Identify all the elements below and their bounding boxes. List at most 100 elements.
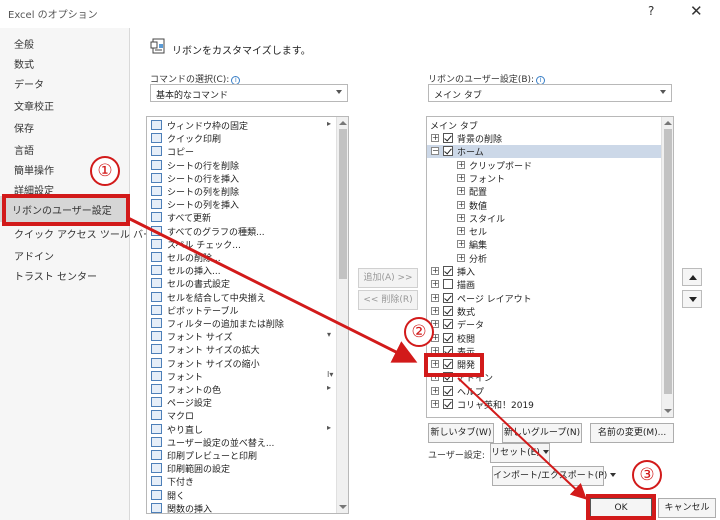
ribbon-dropdown[interactable]: メイン タブ [428, 84, 672, 102]
ribbon-tree-node[interactable]: + ページ レイアウト [427, 292, 661, 305]
tab-checkbox[interactable] [443, 266, 453, 276]
close-button[interactable]: ✕ [690, 2, 703, 20]
sidebar-item[interactable]: トラスト センター [14, 268, 97, 283]
command-item[interactable]: やり直し ▸ [149, 423, 335, 436]
help-button[interactable]: ? [648, 4, 654, 18]
tab-checkbox[interactable] [443, 279, 453, 290]
commands-list[interactable]: 関数の挿入 開く 下付き 印刷範囲の設定 印刷プレビューと印刷 ユーザー設定の並べ替え..… [146, 116, 349, 514]
import-export-button[interactable]: インポート/エクスポート(P) [492, 466, 617, 486]
move-down-button[interactable] [682, 290, 702, 308]
ribbon-tree-node[interactable]: + 数値 [427, 199, 661, 212]
command-item[interactable]: フォント I▾ [149, 370, 335, 383]
command-item[interactable]: 開く [149, 489, 335, 502]
command-item[interactable]: 印刷範囲の設定 [149, 462, 335, 475]
command-item[interactable]: シートの行を挿入 [149, 172, 335, 185]
ribbon-tree-node[interactable]: + スタイル [427, 212, 661, 225]
expand-icon[interactable]: + [431, 293, 439, 302]
command-item[interactable]: フォントの色 ▸ [149, 383, 335, 396]
sidebar-item[interactable]: 言語 [14, 142, 34, 157]
tab-checkbox[interactable] [443, 133, 453, 143]
expand-icon[interactable]: + [457, 213, 465, 222]
command-item[interactable]: ページ設定 [149, 396, 335, 409]
command-item[interactable]: フォント サイズ ▾ [149, 330, 335, 343]
expand-icon[interactable]: + [431, 267, 439, 275]
expand-icon[interactable]: + [457, 160, 465, 169]
ribbon-tree-node[interactable]: + 数式 [427, 305, 661, 318]
ribbon-tree-node[interactable]: + 配置 [427, 185, 661, 198]
ribbon-tree-node[interactable]: + セル [427, 225, 661, 238]
move-up-button[interactable] [682, 268, 702, 286]
commands-scrollbar[interactable] [336, 117, 348, 513]
command-item[interactable]: セルの挿入... [149, 264, 335, 277]
expand-icon[interactable]: + [431, 386, 439, 395]
command-item[interactable]: セルの削除... [149, 251, 335, 264]
expand-icon[interactable]: + [457, 187, 465, 196]
ribbon-tree-node[interactable]: − ホーム [427, 145, 661, 159]
expand-icon[interactable]: + [431, 280, 439, 289]
sidebar-item[interactable]: クイック アクセス ツール バー [14, 226, 153, 241]
ribbon-tree-node[interactable]: + 挿入 [427, 265, 661, 278]
expand-icon[interactable]: + [457, 240, 465, 249]
command-item[interactable]: フォント サイズの拡大 [149, 343, 335, 356]
sidebar-item[interactable]: アドイン [14, 248, 54, 263]
command-item[interactable]: シートの列を挿入 [149, 198, 335, 211]
command-item[interactable]: 印刷プレビューと印刷 [149, 449, 335, 462]
add-button[interactable]: 追加(A) >> [358, 268, 418, 288]
ribbon-tree-node[interactable]: + ヘルプ [427, 385, 661, 398]
new-tab-button[interactable]: 新しいタブ(W) [428, 423, 494, 443]
tab-checkbox[interactable] [443, 292, 453, 303]
ribbon-tree-node[interactable]: + 校閲 [427, 332, 661, 345]
command-item[interactable]: フィルターの追加または削除 [149, 317, 335, 330]
tab-checkbox[interactable] [443, 399, 453, 409]
expand-icon[interactable]: + [431, 134, 439, 142]
command-item[interactable]: ピボットテーブル [149, 304, 335, 317]
scroll-down-icon[interactable] [339, 505, 347, 509]
collapse-icon[interactable]: − [431, 147, 439, 156]
command-item[interactable]: すべてのグラフの種類... [149, 225, 335, 238]
command-item[interactable]: セルの書式設定 [149, 277, 335, 290]
expand-icon[interactable]: + [431, 400, 439, 408]
sidebar-item[interactable]: 全般 [14, 36, 34, 51]
scroll-down-icon[interactable] [664, 409, 672, 413]
expand-icon[interactable]: + [457, 227, 465, 236]
new-group-button[interactable]: 新しいグループ(N) [502, 423, 582, 443]
command-item[interactable]: マクロ [149, 409, 335, 422]
command-item[interactable]: フォント サイズの縮小 [149, 357, 335, 370]
sidebar-item[interactable]: 簡単操作 [14, 162, 54, 177]
command-item[interactable]: ユーザー設定の並べ替え... [149, 436, 335, 449]
sidebar-item[interactable]: 保存 [14, 120, 34, 135]
command-item[interactable]: 関数の挿入 [149, 502, 335, 513]
command-item[interactable]: すべて更新 [149, 211, 335, 224]
ribbon-tree-node[interactable]: + 分析 [427, 252, 661, 265]
ribbon-scrollbar[interactable] [661, 117, 673, 417]
expand-icon[interactable]: + [431, 306, 439, 315]
scroll-thumb[interactable] [664, 129, 672, 394]
remove-button[interactable]: << 削除(R) [358, 290, 418, 310]
sidebar-item[interactable]: 数式 [14, 56, 34, 71]
ribbon-tree-node[interactable]: + フォント [427, 172, 661, 185]
tab-checkbox[interactable] [443, 385, 453, 396]
sidebar-item[interactable]: 文章校正 [14, 98, 54, 113]
ribbon-tree-node[interactable]: + クリップボード [427, 159, 661, 172]
ribbon-tree-node[interactable]: + 描画 [427, 278, 661, 291]
tab-checkbox[interactable] [443, 319, 453, 330]
command-item[interactable]: 下付き [149, 475, 335, 488]
scroll-up-icon[interactable] [664, 121, 672, 125]
reset-button[interactable]: リセット(E) [490, 443, 550, 463]
cancel-button[interactable]: キャンセル [658, 498, 716, 518]
expand-icon[interactable]: + [457, 200, 465, 209]
expand-icon[interactable]: + [457, 253, 465, 262]
tab-checkbox[interactable] [443, 332, 453, 343]
sidebar-item[interactable]: データ [14, 76, 44, 91]
rename-button[interactable]: 名前の変更(M)... [590, 423, 674, 443]
command-item[interactable]: セルを結合して中央揃え [149, 291, 335, 304]
scroll-up-icon[interactable] [339, 121, 347, 125]
command-item[interactable]: ウィンドウ枠の固定 ▸ [149, 119, 335, 132]
command-item[interactable]: クイック印刷 [149, 132, 335, 145]
commands-dropdown[interactable]: 基本的なコマンド [150, 84, 348, 102]
command-item[interactable]: コピー [149, 145, 335, 158]
tab-checkbox[interactable] [443, 305, 453, 316]
expand-icon[interactable]: + [457, 173, 465, 182]
ribbon-tree-node[interactable]: + 背景の削除 [427, 132, 661, 145]
command-item[interactable]: スペル チェック... [149, 238, 335, 251]
